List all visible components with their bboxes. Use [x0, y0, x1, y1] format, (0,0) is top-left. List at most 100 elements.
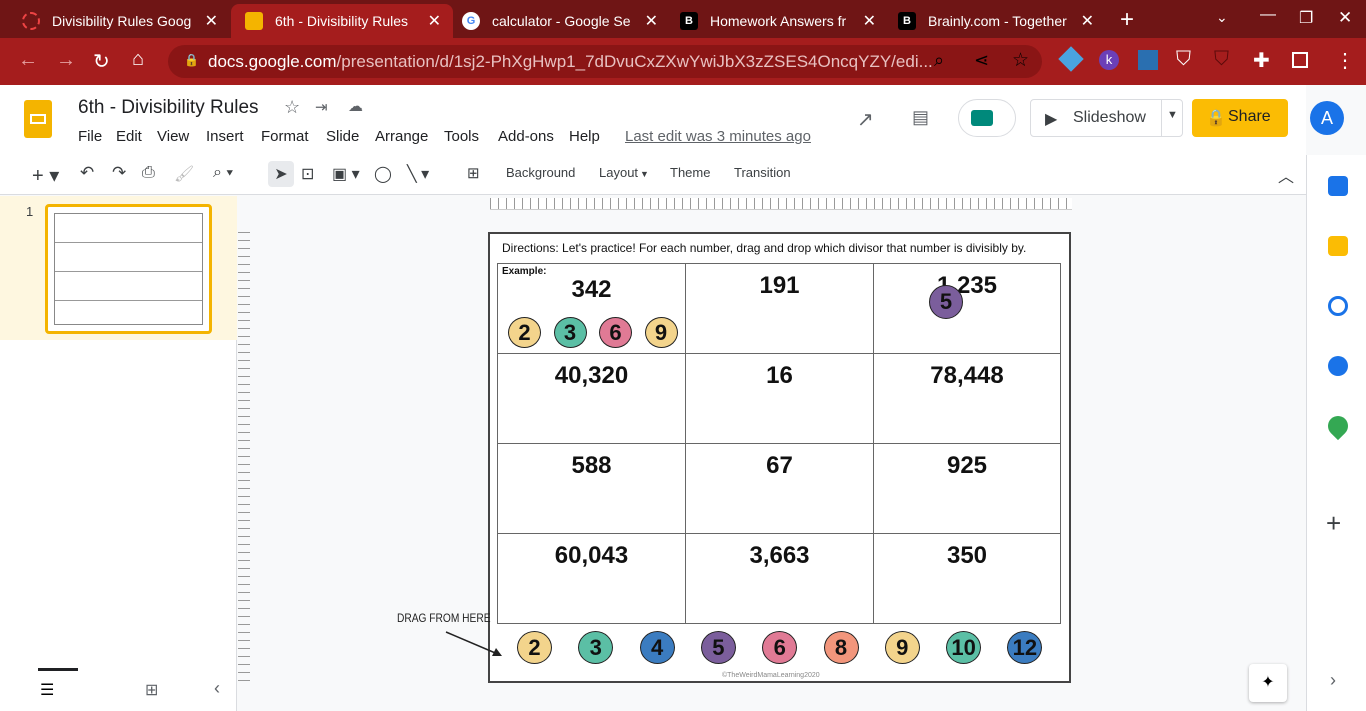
- menu-file[interactable]: File: [78, 128, 102, 145]
- slideshow-dropdown-icon[interactable]: ▼: [1161, 100, 1183, 136]
- comment-add-icon[interactable]: ⊞: [467, 164, 480, 182]
- chip-number: 3: [589, 634, 602, 660]
- shape-icon[interactable]: ◯: [374, 164, 392, 184]
- menu-slide[interactable]: Slide: [326, 128, 359, 145]
- bank-divisor-chip[interactable]: 12: [1007, 631, 1043, 664]
- menu-insert[interactable]: Insert: [206, 128, 244, 145]
- bank-divisor-chip[interactable]: 2: [517, 631, 552, 664]
- example-divisor-chip[interactable]: 6: [599, 317, 632, 348]
- menu-arrange[interactable]: Arrange: [375, 128, 428, 145]
- comments-icon[interactable]: ▤: [912, 107, 929, 128]
- tasks-icon[interactable]: [1328, 296, 1348, 316]
- restore-icon[interactable]: ❐: [1299, 8, 1313, 28]
- bank-divisor-chip[interactable]: 9: [884, 631, 920, 664]
- background-button[interactable]: Background: [506, 165, 575, 180]
- expand-panel-icon[interactable]: ›: [1330, 670, 1336, 691]
- menu-help[interactable]: Help: [569, 128, 600, 145]
- menu-format[interactable]: Format: [261, 128, 309, 145]
- collapse-toolbar-icon[interactable]: ︿: [1278, 163, 1294, 187]
- forward-icon[interactable]: →: [56, 49, 76, 72]
- extension-icon[interactable]: [1058, 46, 1084, 72]
- redo-icon[interactable]: ↷: [112, 163, 126, 183]
- shield-extension-icon[interactable]: ⛉: [1176, 48, 1191, 71]
- bank-divisor-chip[interactable]: 10: [946, 631, 982, 664]
- theme-button[interactable]: Theme: [670, 165, 710, 180]
- placed-divisor-chip[interactable]: 5: [929, 285, 963, 319]
- new-slide-icon[interactable]: + ▾: [32, 163, 59, 188]
- bank-divisor-chip[interactable]: 4: [639, 631, 675, 664]
- print-icon[interactable]: ⎙: [142, 164, 155, 182]
- bank-divisor-chip[interactable]: 8: [823, 631, 859, 664]
- slide-canvas[interactable]: Directions: Let's practice! For each num…: [488, 232, 1071, 683]
- add-addon-icon[interactable]: +: [1326, 508, 1341, 539]
- close-tab-icon[interactable]: ✕: [428, 11, 441, 31]
- close-window-icon[interactable]: ✕: [1338, 8, 1352, 28]
- puzzle-icon[interactable]: ✚: [1253, 48, 1270, 73]
- slide-thumbnail[interactable]: [45, 204, 212, 334]
- line-icon[interactable]: ╲ ▾: [407, 164, 429, 184]
- search-icon[interactable]: ⌕: [934, 50, 944, 71]
- menu-tools[interactable]: Tools: [444, 128, 479, 145]
- menu-addons[interactable]: Add-ons: [498, 128, 554, 145]
- url-field[interactable]: 🔒 docs.google.com/presentation/d/1sj2-Ph…: [168, 45, 1042, 78]
- zoom-icon[interactable]: ⌕ ▾: [213, 164, 233, 182]
- star-icon[interactable]: ☆: [284, 97, 300, 118]
- menu-icon[interactable]: ⋮: [1335, 48, 1355, 73]
- layout-button[interactable]: Layout: [599, 165, 638, 180]
- contacts-icon[interactable]: [1328, 356, 1348, 376]
- textbox-icon[interactable]: ⊡: [301, 164, 314, 184]
- tab-0[interactable]: Divisibility Rules Goog ✕: [8, 4, 230, 38]
- kami-extension-icon[interactable]: k: [1099, 50, 1119, 70]
- image-icon[interactable]: ▣ ▾: [332, 164, 360, 184]
- back-icon[interactable]: ←: [18, 49, 38, 72]
- tab-2[interactable]: Gcalculator - Google Se ✕: [448, 4, 670, 38]
- last-edit-link[interactable]: Last edit was 3 minutes ago: [625, 128, 811, 145]
- menu-view[interactable]: View: [157, 128, 189, 145]
- tab-4[interactable]: B Brainly.com - Together ✕: [884, 4, 1106, 38]
- undo-icon[interactable]: ↶: [80, 163, 94, 183]
- close-tab-icon[interactable]: ✕: [863, 11, 876, 31]
- new-tab-icon[interactable]: +: [1120, 6, 1134, 34]
- select-icon[interactable]: ➤: [268, 161, 294, 187]
- cloud-status-icon[interactable]: ☁: [348, 97, 363, 115]
- home-icon[interactable]: ⌂: [132, 48, 144, 71]
- bank-divisor-chip[interactable]: 3: [578, 631, 614, 664]
- bank-divisor-chip[interactable]: 5: [700, 631, 736, 664]
- collapse-panel-icon[interactable]: ‹: [214, 678, 220, 699]
- star-icon[interactable]: ☆: [1012, 49, 1029, 72]
- extension-icon[interactable]: [1138, 50, 1158, 70]
- bank-divisor-chip[interactable]: 6: [762, 631, 798, 664]
- shield-extension-icon[interactable]: ⛉: [1214, 48, 1229, 71]
- example-divisor-chip[interactable]: 9: [644, 317, 678, 348]
- example-divisor-chip[interactable]: 2: [508, 317, 541, 348]
- grid-view-icon[interactable]: ⊞: [145, 680, 158, 700]
- close-tab-icon[interactable]: ✕: [1081, 11, 1094, 31]
- meet-button[interactable]: [958, 99, 1016, 137]
- reload-icon[interactable]: ↻: [93, 49, 110, 74]
- slideshow-button[interactable]: ▶ Slideshow ▼: [1030, 99, 1183, 137]
- tab-1[interactable]: 6th - Divisibility Rules ✕: [231, 4, 453, 38]
- paint-format-icon[interactable]: 🖌: [174, 164, 194, 184]
- calendar-icon[interactable]: [1328, 176, 1348, 196]
- avatar[interactable]: A: [1310, 101, 1344, 135]
- tab-3[interactable]: B Homework Answers fr ✕: [666, 4, 888, 38]
- tab-search-icon[interactable]: ⌄: [1216, 9, 1228, 26]
- share-button[interactable]: 🔒 Share: [1192, 99, 1288, 137]
- menu-edit[interactable]: Edit: [116, 128, 142, 145]
- close-tab-icon[interactable]: ✕: [205, 11, 218, 31]
- layout-dropdown-icon[interactable]: ▼: [640, 169, 649, 179]
- minimize-icon[interactable]: —: [1260, 6, 1276, 24]
- sidepanel-icon[interactable]: [1292, 52, 1308, 68]
- keep-icon[interactable]: [1328, 236, 1348, 256]
- example-divisor-chip[interactable]: 3: [553, 317, 587, 348]
- share-icon[interactable]: ⋖: [974, 50, 989, 71]
- chip-number: 12: [1012, 634, 1038, 660]
- filmstrip-view-icon[interactable]: ☰: [40, 680, 54, 700]
- move-icon[interactable]: ⇥: [315, 98, 328, 116]
- close-tab-icon[interactable]: ✕: [645, 11, 658, 31]
- transition-button[interactable]: Transition: [734, 165, 791, 180]
- activity-icon[interactable]: ↗: [857, 107, 874, 132]
- filmstrip: 1 ☰ ⊞ ‹: [0, 196, 237, 711]
- explore-button[interactable]: ✦: [1249, 664, 1287, 702]
- doc-title[interactable]: 6th - Divisibility Rules: [78, 97, 259, 119]
